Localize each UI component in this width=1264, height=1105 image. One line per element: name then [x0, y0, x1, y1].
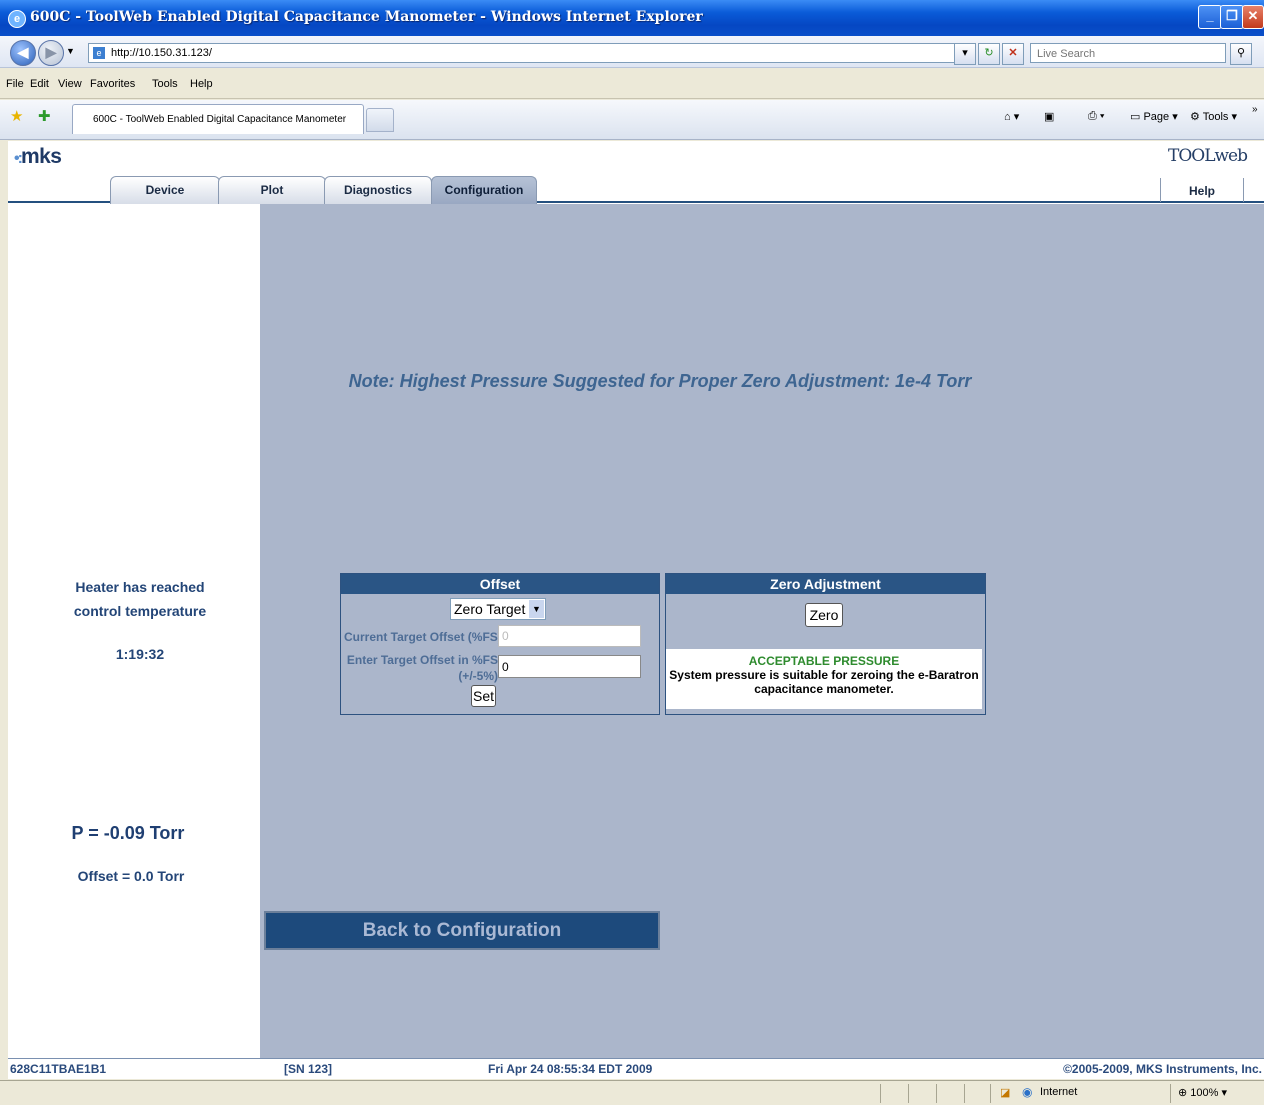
tab-device[interactable]: Device — [110, 176, 220, 204]
offset-mode-select[interactable]: Zero Target ▼ — [450, 598, 546, 620]
print-icon[interactable]: ⎙ ▾ — [1088, 110, 1104, 123]
window-title-bar: e 600C - ToolWeb Enabled Digital Capacit… — [0, 0, 1264, 36]
back-nav-button[interactable]: ◀ — [10, 40, 36, 66]
heater-status-line1: Heater has reached — [75, 579, 205, 595]
pressure-status-box: ACCEPTABLE PRESSURE System pressure is s… — [666, 649, 982, 709]
stop-button[interactable]: ✕ — [1002, 43, 1024, 65]
model-number: 628C11TBAE1B1 — [10, 1062, 107, 1076]
offset-mode-value: Zero Target — [454, 601, 526, 617]
minimize-button[interactable]: _ — [1198, 5, 1222, 29]
zero-panel-title: Zero Adjustment — [666, 574, 985, 594]
page-menu-button[interactable]: ▭ Page ▾ — [1130, 110, 1178, 123]
tools-menu-label: Tools — [1202, 111, 1229, 123]
url-text: http://10.150.31.123/ — [111, 47, 212, 59]
zero-adjustment-note: Note: Highest Pressure Suggested for Pro… — [348, 371, 972, 391]
pressure-reading: P = -0.09 Torr — [71, 823, 185, 843]
current-offset-field: 0 — [498, 625, 641, 647]
target-offset-input[interactable]: 0 — [498, 655, 641, 678]
browser-tab-active[interactable]: 600C - ToolWeb Enabled Digital Capacitan… — [72, 104, 364, 134]
close-button[interactable]: ✕ — [1242, 5, 1264, 29]
menu-bar: File Edit View Favorites Tools Help — [0, 69, 1264, 99]
help-link[interactable]: Help — [1160, 178, 1244, 202]
status-bar: ◪ ◉ Internet ⊕ 100% ▾ — [0, 1080, 1264, 1105]
current-offset-label: Current Target Offset (%FS) — [344, 630, 502, 644]
refresh-button[interactable]: ↻ — [978, 43, 1000, 65]
zoom-control[interactable]: ⊕ 100% ▾ — [1178, 1086, 1227, 1099]
sidebar — [8, 204, 260, 1058]
feeds-icon[interactable]: ▣ — [1044, 110, 1054, 123]
heater-status-line2: control temperature — [73, 603, 207, 619]
favorites-star-icon[interactable]: ★ — [10, 107, 23, 125]
pressure-status-line2: capacitance manometer. — [754, 682, 894, 696]
search-field[interactable] — [1030, 43, 1226, 63]
elapsed-time: 1:19:32 — [115, 646, 165, 662]
tab-diagnostics[interactable]: Diagnostics — [324, 176, 432, 204]
mks-logo-text: mks — [20, 145, 62, 168]
url-field[interactable]: e http://10.150.31.123/ — [88, 43, 974, 63]
security-zone: Internet — [1040, 1086, 1078, 1098]
zoom-level: 100% — [1190, 1087, 1219, 1099]
home-icon[interactable]: ⌂ ▾ — [1004, 110, 1019, 123]
toolweb-logo: TOOLweb — [1168, 146, 1248, 166]
copyright: ©2005-2009, MKS Instruments, Inc. — [1063, 1062, 1262, 1076]
browser-tab-label: 600C - ToolWeb Enabled Digital Capacitan… — [93, 114, 347, 125]
forward-nav-button[interactable]: ▶ — [38, 40, 64, 66]
offset-reading: Offset = 0.0 Torr — [77, 868, 185, 884]
page-menu-label: Page — [1143, 111, 1170, 123]
window-title: 600C - ToolWeb Enabled Digital Capacitan… — [30, 9, 703, 25]
page-icon: e — [93, 47, 105, 59]
menu-tools[interactable]: Tools — [152, 78, 178, 90]
tab-configuration[interactable]: Configuration — [431, 176, 537, 204]
protected-mode-icon: ◪ — [1000, 1087, 1011, 1099]
pressure-status-line1: System pressure is suitable for zeroing … — [669, 668, 979, 682]
ie-icon: e — [8, 10, 26, 28]
maximize-button[interactable]: ❐ — [1220, 5, 1244, 29]
set-button[interactable]: Set — [471, 685, 496, 707]
enter-offset-range: (+/-5%) — [458, 669, 498, 683]
chevron-more-icon[interactable]: » — [1252, 104, 1258, 115]
zero-button[interactable]: Zero — [805, 603, 843, 627]
menu-edit[interactable]: Edit — [30, 78, 49, 90]
menu-file[interactable]: File — [6, 78, 24, 90]
chevron-down-icon[interactable]: ▼ — [529, 600, 544, 618]
app-footer: 628C11TBAE1B1 [SN 123] Fri Apr 24 08:55:… — [8, 1058, 1264, 1079]
enter-offset-label: Enter Target Offset in %FS — [346, 653, 498, 667]
new-tab-button[interactable] — [366, 108, 394, 132]
menu-view[interactable]: View — [58, 78, 82, 90]
acceptable-pressure-title: ACCEPTABLE PRESSURE — [748, 654, 900, 668]
menu-help[interactable]: Help — [190, 78, 213, 90]
history-dropdown-icon[interactable]: ▼ — [66, 46, 75, 56]
offset-panel-title: Offset — [341, 574, 659, 594]
serial-number: [SN 123] — [284, 1062, 333, 1076]
back-to-configuration-button[interactable]: Back to Configuration — [264, 911, 660, 950]
menu-favorites[interactable]: Favorites — [90, 78, 135, 90]
globe-icon: ◉ — [1022, 1085, 1033, 1099]
device-datetime: Fri Apr 24 08:55:34 EDT 2009 — [488, 1062, 653, 1076]
mks-logo: •:mks — [14, 145, 62, 168]
add-favorite-icon[interactable]: ✚ — [38, 107, 51, 125]
search-icon[interactable]: ⚲ — [1230, 43, 1252, 65]
url-dropdown-button[interactable]: ▾ — [954, 43, 976, 65]
search-input[interactable] — [1035, 45, 1219, 63]
tools-menu-button[interactable]: ⚙ Tools ▾ — [1190, 110, 1237, 123]
tab-plot[interactable]: Plot — [218, 176, 326, 204]
